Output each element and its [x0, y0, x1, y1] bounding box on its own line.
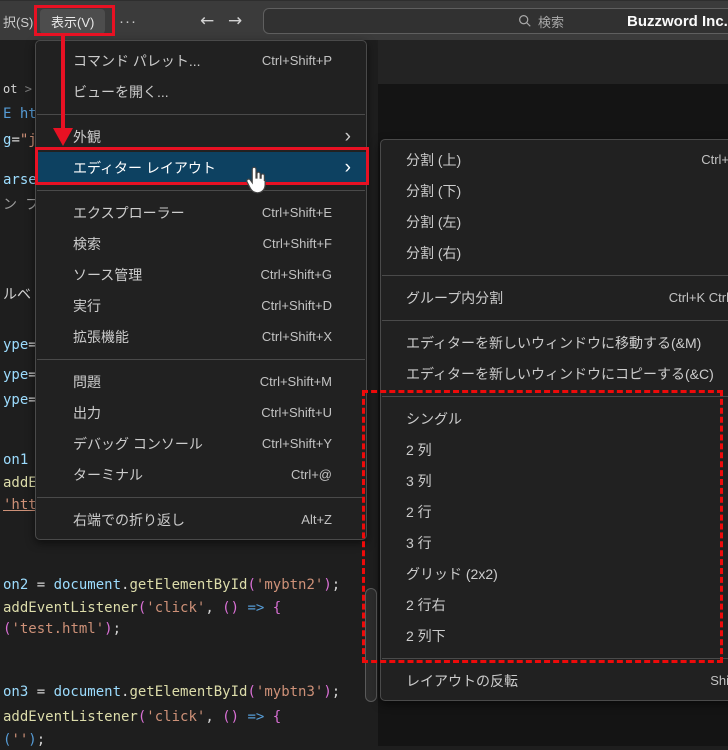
menu-item-label: 分割 (上) [406, 151, 462, 168]
code-line: 'htt [3, 497, 37, 513]
menu-item-shortcut: Alt+Z [301, 512, 332, 527]
menu-item-label: エディターを新しいウィンドウにコピーする(&C) [406, 365, 714, 382]
menu-item-6[interactable]: エクスプローラー Ctrl+Shift+E [36, 197, 366, 228]
menu-item-label: コマンド パレット... [73, 52, 201, 69]
menu-item-label: 分割 (下) [406, 182, 462, 199]
menu-item-1[interactable]: ビューを開く... [36, 76, 366, 107]
code-line: on2 = document.getElementById('mybtn2'); [3, 577, 341, 593]
menu-item-label: エディターを新しいウィンドウに移動する(&M) [406, 334, 702, 351]
menu-separator [382, 320, 728, 321]
code-line: (''); [3, 732, 46, 748]
code-line: addEventListener('click', () => { [3, 600, 282, 616]
more-icon[interactable]: ··· [119, 1, 137, 41]
code-line: addEventListener('click', () => { [3, 709, 282, 725]
annotation-box-view-menu [34, 5, 115, 36]
menu-item-7[interactable]: 検索 Ctrl+Shift+F [36, 228, 366, 259]
menu-item-3[interactable]: 分割 (右) [381, 237, 728, 268]
code-line: on3 = document.getElementById('mybtn3'); [3, 684, 341, 700]
menu-item-14[interactable]: デバッグ コンソール Ctrl+Shift+Y [36, 428, 366, 459]
menu-item-label: グループ内分割 [406, 289, 504, 306]
editor-tab-band [378, 40, 728, 84]
menu-item-8[interactable]: ソース管理 Ctrl+Shift+G [36, 259, 366, 290]
menu-item-2[interactable]: 分割 (左) [381, 206, 728, 237]
menu-item-12[interactable]: 問題 Ctrl+Shift+M [36, 366, 366, 397]
menu-item-shortcut: Ctrl+Shift+D [261, 298, 332, 313]
search-label-group[interactable]: 検索 [518, 1, 564, 41]
menu-item-shortcut: Ctrl+Shift+M [259, 374, 332, 389]
menu-item-shortcut: Ctrl+Shift+E [261, 205, 332, 220]
menu-item-label: 問題 [73, 373, 101, 390]
menu-item-label: 右端での折り返し [73, 511, 185, 528]
menu-item-label: 拡張機能 [73, 328, 129, 345]
menu-item-label: 分割 (左) [406, 213, 462, 230]
menu-item-label: デバッグ コンソール [73, 435, 203, 452]
menu-item-15[interactable]: ターミナル Ctrl+@ [36, 459, 366, 490]
search-placeholder: 検索 [538, 14, 565, 30]
view-menu-dropdown: コマンド パレット... Ctrl+Shift+P ビューを開く... 外観 › エディタ… [35, 40, 367, 540]
annotation-dashed-box-layout-options [362, 390, 723, 663]
annotation-arrow-line [61, 36, 65, 130]
menu-item-shortcut: Ctrl+K Ctrl [668, 290, 728, 305]
menu-item-label: レイアウトの反転 [406, 672, 518, 689]
menu-item-shortcut: Ctrl+ [701, 152, 728, 167]
menu-item-1[interactable]: 分割 (下) [381, 175, 728, 206]
menu-item-19[interactable]: レイアウトの反転 Shi [381, 665, 728, 696]
menu-item-label: エクスプローラー [73, 204, 185, 221]
menu-item-label: ソース管理 [73, 266, 143, 283]
menu-item-shortcut: Ctrl+Shift+P [261, 53, 332, 68]
menu-item-shortcut: Ctrl+Shift+F [262, 236, 332, 251]
menu-item-shortcut: Ctrl+Shift+X [261, 329, 332, 344]
hand-cursor-icon [243, 166, 269, 201]
menu-separator [37, 114, 365, 115]
menu-item-label: ターミナル [73, 466, 143, 483]
menu-item-17[interactable]: 右端での折り返し Alt+Z [36, 504, 366, 535]
code-line: g="j [3, 132, 37, 148]
menu-item-0[interactable]: 分割 (上) Ctrl+ [381, 144, 728, 175]
menu-separator [37, 497, 365, 498]
watermark-text: Buzzword Inc. [627, 12, 728, 30]
menu-separator [37, 190, 365, 191]
menu-separator [37, 359, 365, 360]
menu-item-shortcut: Ctrl+Shift+G [260, 267, 332, 282]
annotation-box-editor-layout [35, 147, 369, 185]
menubar-item-selection[interactable]: 択(S) [3, 1, 33, 41]
menu-item-label: 検索 [73, 235, 101, 252]
menu-item-label: 分割 (右) [406, 244, 462, 261]
back-arrow-icon[interactable]: ← [200, 1, 214, 41]
menu-item-7[interactable]: エディターを新しいウィンドウに移動する(&M) [381, 327, 728, 358]
menu-item-label: 実行 [73, 297, 101, 314]
code-line: ン プ [3, 197, 40, 213]
forward-arrow-icon[interactable]: → [228, 1, 242, 41]
menu-separator [382, 275, 728, 276]
menu-item-5[interactable]: グループ内分割 Ctrl+K Ctrl [381, 282, 728, 313]
menu-item-shortcut: Ctrl+@ [290, 467, 332, 482]
menu-item-shortcut: Ctrl+Shift+U [261, 405, 332, 420]
menu-item-shortcut: Shi [710, 673, 728, 688]
menu-item-9[interactable]: 実行 Ctrl+Shift+D [36, 290, 366, 321]
search-icon [518, 14, 532, 28]
code-line: ('test.html'); [3, 621, 122, 637]
menu-item-label: ビューを開く... [73, 83, 169, 100]
menu-item-shortcut: Ctrl+Shift+Y [261, 436, 332, 451]
menu-item-label: 出力 [73, 404, 101, 421]
code-line: ルベ [3, 287, 31, 303]
menu-item-0[interactable]: コマンド パレット... Ctrl+Shift+P [36, 45, 366, 76]
menu-item-10[interactable]: 拡張機能 Ctrl+Shift+X [36, 321, 366, 352]
menu-item-13[interactable]: 出力 Ctrl+Shift+U [36, 397, 366, 428]
menu-item-8[interactable]: エディターを新しいウィンドウにコピーする(&C) [381, 358, 728, 389]
annotation-arrow-head [53, 128, 73, 146]
menu-item-label: 外観 [73, 128, 101, 145]
